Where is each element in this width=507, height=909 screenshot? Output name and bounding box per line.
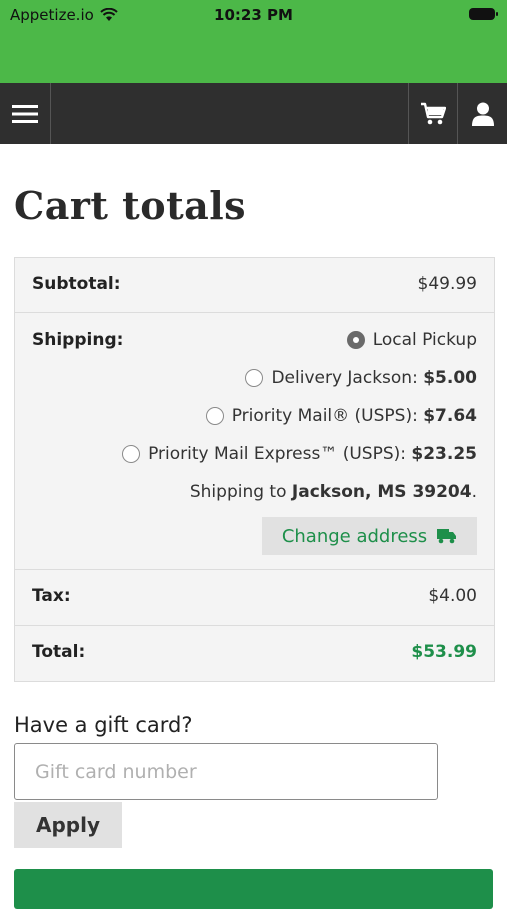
subtotal-value: $49.99	[417, 274, 477, 294]
shipping-option-label: Local Pickup	[372, 330, 477, 350]
tax-value: $4.00	[428, 586, 477, 606]
tax-row: Tax: $4.00	[15, 570, 494, 626]
radio-unselected[interactable]	[245, 369, 264, 387]
shipping-to-suffix: .	[471, 482, 477, 502]
gift-card-heading: Have a gift card?	[14, 713, 193, 737]
shipping-label: Shipping:	[32, 330, 124, 350]
shipping-row: Shipping: Local Pickup Delivery Jackson:…	[15, 313, 494, 570]
status-time: 10:23 PM	[214, 6, 293, 24]
shipping-option-label: Priority Mail Express™ (USPS):	[148, 444, 412, 464]
total-row: Total: $53.99	[15, 626, 494, 681]
top-navbar	[0, 83, 507, 144]
shipping-option-price: $5.00	[423, 368, 477, 388]
radio-unselected[interactable]	[122, 445, 141, 463]
apply-gift-card-button[interactable]: Apply	[14, 802, 122, 848]
shipping-option-priority-mail[interactable]: Priority Mail® (USPS): $7.64	[205, 406, 477, 426]
total-label: Total:	[32, 642, 86, 662]
shipping-to-location: Jackson, MS 39204	[291, 482, 472, 502]
change-address-label: Change address	[281, 525, 428, 547]
shipping-destination: Shipping to Jackson, MS 39204.	[190, 482, 477, 502]
shipping-option-price: $7.64	[423, 406, 477, 426]
checkout-button[interactable]	[14, 869, 493, 909]
change-address-button[interactable]: Change address	[262, 517, 477, 555]
truck-icon	[437, 529, 457, 544]
shipping-to-prefix: Shipping to	[189, 482, 292, 502]
shipping-option-local-pickup[interactable]: Local Pickup	[346, 330, 477, 350]
shipping-option-delivery-jackson[interactable]: Delivery Jackson: $5.00	[245, 368, 477, 388]
cart-button[interactable]	[409, 83, 456, 144]
subtotal-row: Subtotal: $49.99	[15, 258, 494, 313]
page-title: Cart totals	[14, 183, 247, 228]
shipping-option-price: $23.25	[411, 444, 477, 464]
cart-icon	[420, 102, 446, 124]
subtotal-label: Subtotal:	[32, 274, 121, 294]
shipping-option-label: Delivery Jackson:	[271, 368, 424, 388]
radio-unselected[interactable]	[205, 407, 224, 425]
status-bar: Appetize.io 10:23 PM	[0, 0, 507, 83]
user-icon	[471, 102, 494, 126]
tax-label: Tax:	[32, 586, 71, 606]
battery-icon	[469, 8, 498, 20]
total-value: $53.99	[411, 642, 477, 662]
account-button[interactable]	[458, 83, 507, 144]
gift-card-input[interactable]	[14, 743, 438, 800]
shipping-option-label: Priority Mail® (USPS):	[231, 406, 424, 426]
nav-divider	[50, 83, 51, 144]
radio-selected[interactable]	[346, 331, 365, 349]
hamburger-menu-icon	[12, 104, 38, 123]
cart-totals-table: Subtotal: $49.99 Shipping: Local Pickup …	[14, 257, 495, 682]
shipping-option-priority-mail-express[interactable]: Priority Mail Express™ (USPS): $23.25	[122, 444, 477, 464]
menu-button[interactable]	[0, 83, 50, 144]
